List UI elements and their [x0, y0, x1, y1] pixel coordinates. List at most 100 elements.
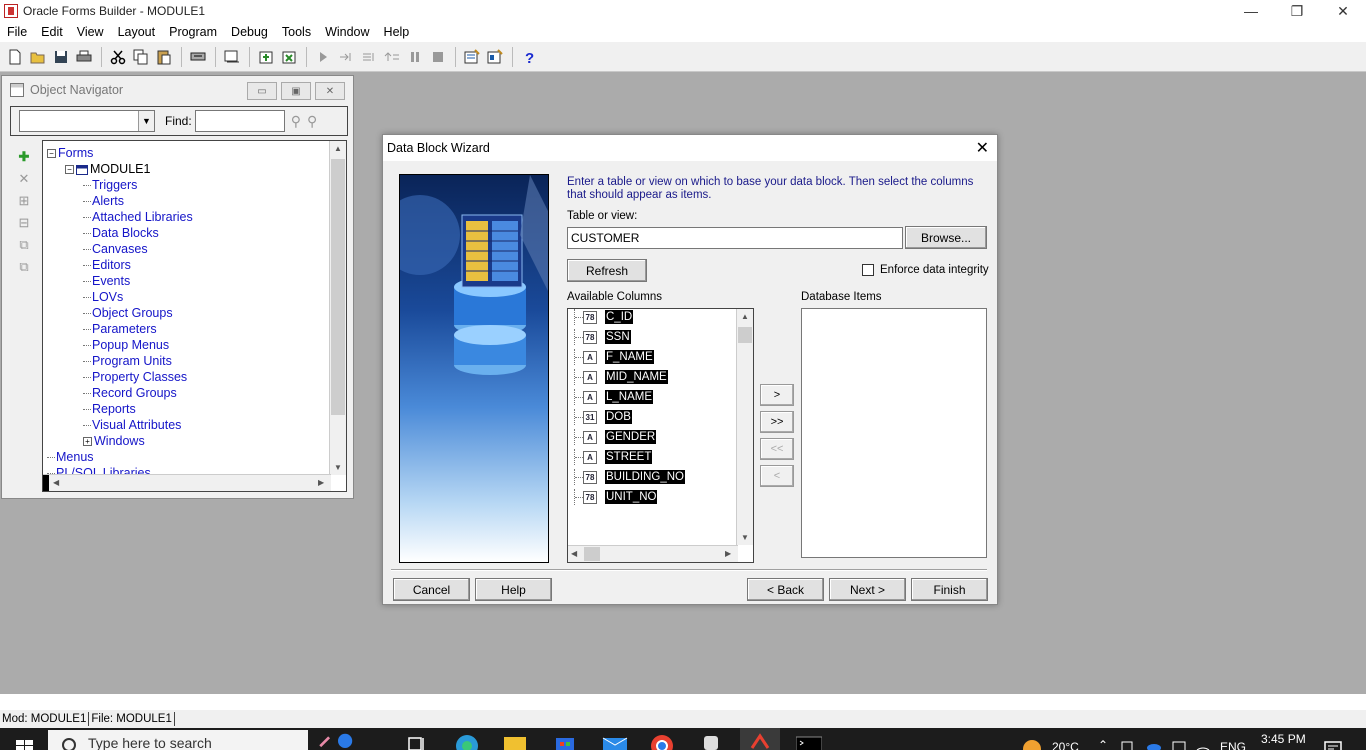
edge-browser-icon[interactable] [455, 734, 479, 750]
chrome-icon[interactable] [650, 734, 674, 750]
scroll-left-icon[interactable]: ◀ [53, 478, 59, 487]
menu-debug[interactable]: Debug [224, 25, 275, 39]
column-item[interactable]: A MID_NAME [574, 369, 668, 385]
tray-chevron-up-icon[interactable]: ⌃ [1098, 738, 1108, 750]
task-view-icon[interactable] [408, 734, 426, 750]
navigator-minimize-button[interactable]: ▭ [247, 82, 277, 100]
menu-program[interactable]: Program [162, 25, 224, 39]
cancel-button[interactable]: Cancel [393, 578, 470, 601]
columns-scroll-thumb[interactable] [738, 327, 752, 343]
tree-node[interactable]: − Forms [47, 145, 93, 161]
menu-file[interactable]: File [0, 25, 34, 39]
database-app-icon[interactable] [702, 734, 720, 750]
move-all-right-button[interactable]: >> [760, 411, 794, 433]
tree-node[interactable]: Parameters [83, 321, 157, 337]
expand-all-icon[interactable]: ⧉ [14, 234, 34, 256]
tree-node[interactable]: Alerts [83, 193, 124, 209]
move-selected-left-button[interactable]: < [760, 465, 794, 487]
available-columns-list[interactable]: 78 C_ID 78 SSN A F_NAME A MID_NAME A L_NAME 31 DOB A… [567, 308, 754, 563]
menu-layout[interactable]: Layout [111, 25, 163, 39]
menu-view[interactable]: View [70, 25, 111, 39]
delete-node-icon[interactable]: ✕ [14, 168, 34, 190]
step-over-icon[interactable] [358, 46, 380, 68]
scroll-right-icon[interactable]: ▶ [318, 478, 324, 487]
scroll-up-icon[interactable]: ▲ [741, 312, 749, 321]
menu-edit[interactable]: Edit [34, 25, 70, 39]
navigator-close-button[interactable]: ✕ [315, 82, 345, 100]
create-icon[interactable] [255, 46, 277, 68]
tray-device-icon[interactable] [1120, 738, 1134, 750]
collapse-node-icon[interactable]: − [65, 165, 74, 175]
column-item[interactable]: 78 SSN [574, 329, 631, 345]
restore-button[interactable]: ❐ [1274, 0, 1320, 22]
help-icon[interactable]: ? [518, 46, 540, 68]
stop-icon[interactable] [427, 46, 449, 68]
run-form-icon[interactable] [221, 46, 243, 68]
find-input[interactable] [194, 110, 285, 132]
create-node-icon[interactable]: ✚ [14, 146, 34, 168]
tray-network-icon[interactable] [1172, 738, 1186, 750]
column-item[interactable]: A F_NAME [574, 349, 654, 365]
tree-node[interactable]: Reports [83, 401, 136, 417]
file-explorer-icon[interactable] [504, 736, 526, 750]
refresh-button[interactable]: Refresh [567, 259, 647, 282]
database-items-list[interactable] [801, 308, 987, 558]
close-button[interactable]: ✕ [1320, 0, 1366, 22]
back-button[interactable]: < Back [747, 578, 824, 601]
paste-icon[interactable] [153, 46, 175, 68]
browse-button[interactable]: Browse... [905, 226, 987, 249]
taskbar-search-input[interactable]: Type here to search [48, 730, 308, 750]
new-icon[interactable] [4, 46, 26, 68]
tree-node[interactable]: Object Groups [83, 305, 173, 321]
tree-node[interactable]: Menus [47, 449, 94, 465]
save-icon[interactable] [50, 46, 72, 68]
wifi-icon[interactable] [1196, 738, 1210, 750]
copy-icon[interactable] [130, 46, 152, 68]
column-item[interactable]: A L_NAME [574, 389, 654, 405]
oracle-forms-taskbar-icon[interactable] [740, 728, 780, 750]
tree-node[interactable]: Triggers [83, 177, 137, 193]
terminal-icon[interactable] [796, 736, 822, 750]
menu-window[interactable]: Window [318, 25, 376, 39]
chevron-down-icon[interactable]: ▼ [138, 111, 154, 131]
go-icon[interactable] [312, 46, 334, 68]
tree-node[interactable]: LOVs [83, 289, 123, 305]
table-or-view-input[interactable]: CUSTOMER [567, 227, 903, 249]
column-item[interactable]: 78 BUILDING_NO [574, 469, 685, 485]
next-button[interactable]: Next > [829, 578, 906, 601]
open-icon[interactable] [27, 46, 49, 68]
tree-node[interactable]: + Windows [83, 433, 145, 449]
search-backward-icon[interactable]: ⚲ [307, 113, 317, 130]
clock-time[interactable]: 3:45 PM [1261, 732, 1306, 746]
columns-horizontal-scrollbar[interactable]: ◀ ▶ [568, 545, 738, 562]
scroll-up-icon[interactable]: ▲ [334, 144, 342, 153]
column-item[interactable]: 31 DOB [574, 409, 632, 425]
scroll-down-icon[interactable]: ▼ [334, 463, 342, 472]
collapse-all-icon[interactable]: ⧉ [14, 256, 34, 278]
column-item[interactable]: A STREET [574, 449, 653, 465]
search-forward-icon[interactable]: ⚲ [291, 113, 301, 130]
scroll-down-icon[interactable]: ▼ [741, 533, 749, 542]
tree-horizontal-scrollbar[interactable]: ◀ ▶ [43, 474, 331, 491]
columns-vertical-scrollbar[interactable]: ▲ ▼ [736, 309, 753, 545]
tree-node[interactable]: Popup Menus [83, 337, 169, 353]
expand-node-icon[interactable]: + [83, 437, 92, 447]
tree-node[interactable]: Editors [83, 257, 131, 273]
tree-node[interactable]: Data Blocks [83, 225, 159, 241]
finish-button[interactable]: Finish [911, 578, 988, 601]
scroll-right-icon[interactable]: ▶ [725, 549, 731, 558]
tree-node[interactable]: Events [83, 273, 130, 289]
columns-hscroll-thumb[interactable] [584, 547, 600, 561]
windows-start-icon[interactable] [16, 738, 34, 750]
data-block-wizard-icon[interactable] [461, 46, 483, 68]
help-button[interactable]: Help [475, 578, 552, 601]
navigator-maximize-button[interactable]: ▣ [281, 82, 311, 100]
notifications-icon[interactable] [1324, 738, 1342, 750]
collapse-node-icon[interactable]: − [47, 149, 56, 159]
mail-icon[interactable] [602, 734, 628, 750]
tree-node[interactable]: Record Groups [83, 385, 177, 401]
column-item[interactable]: 78 UNIT_NO [574, 489, 658, 505]
delete-icon[interactable] [278, 46, 300, 68]
move-selected-right-button[interactable]: > [760, 384, 794, 406]
menu-help[interactable]: Help [377, 25, 417, 39]
